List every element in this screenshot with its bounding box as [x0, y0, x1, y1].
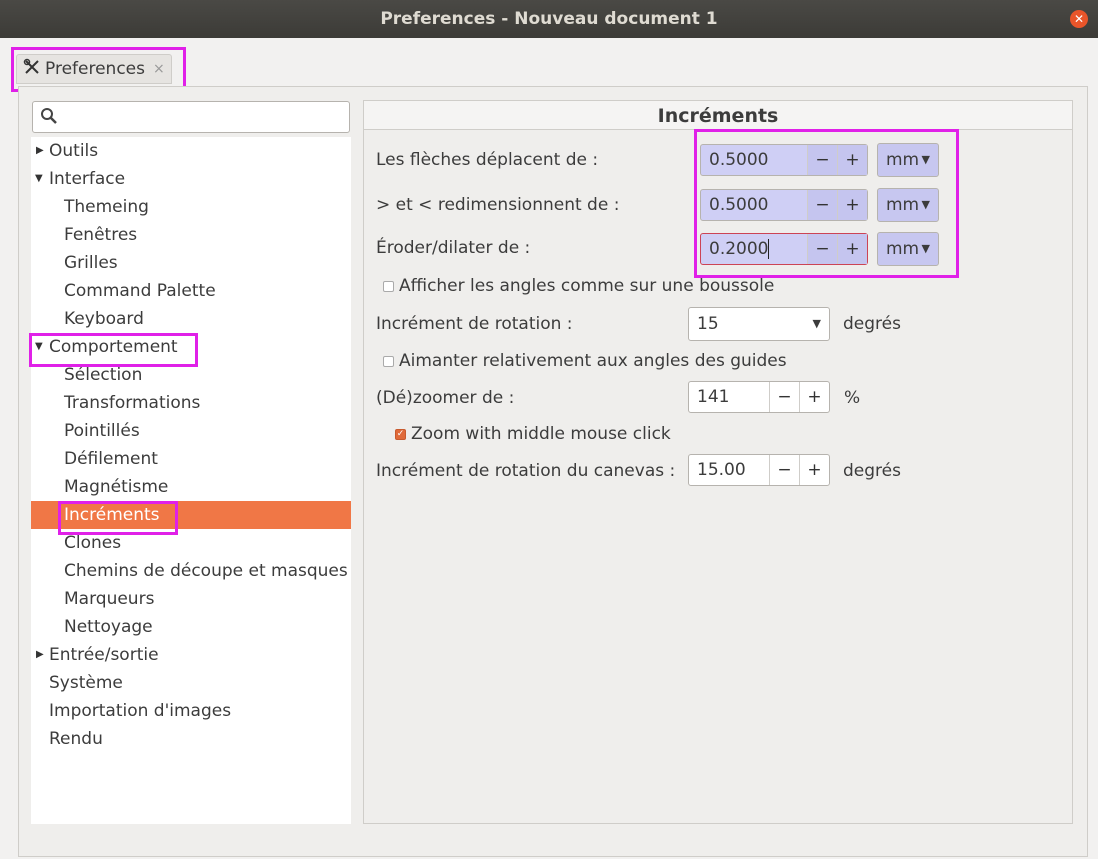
expand-right-icon[interactable]: ▶ [36, 137, 44, 165]
zoom-label: (Dé)zoomer de : [376, 388, 515, 408]
tree-item-increments[interactable]: Incréments [31, 501, 351, 529]
arrows-label: Les flèches déplacent de : [376, 150, 599, 170]
text-cursor [768, 239, 770, 259]
snap-guides-label: Aimanter relativement aux angles des gui… [399, 351, 787, 371]
tree-item-importation-images[interactable]: Importation d'images [31, 697, 351, 725]
tree-item-grilles[interactable]: Grilles [31, 249, 351, 277]
tree-item-keyboard[interactable]: Keyboard [31, 305, 351, 333]
tree-item-command-palette[interactable]: Command Palette [31, 277, 351, 305]
search-icon [40, 107, 58, 130]
compass-checkbox[interactable] [383, 281, 394, 292]
increment-button[interactable]: + [799, 455, 829, 485]
increment-button[interactable]: + [837, 145, 867, 175]
tree-item-clones[interactable]: Clones [31, 529, 351, 557]
expand-down-icon[interactable]: ▼ [35, 165, 43, 193]
arrows-unit-select[interactable]: mm ▼ [877, 143, 939, 177]
decrement-button[interactable]: − [807, 234, 837, 264]
tree-item-nettoyage[interactable]: Nettoyage [31, 613, 351, 641]
increment-button[interactable]: + [837, 234, 867, 264]
canvas-rotation-label: Incrément de rotation du canevas : [376, 461, 676, 481]
tree-item-fenetres[interactable]: Fenêtres [31, 221, 351, 249]
caret-down-icon: ▼ [921, 153, 930, 166]
erode-unit-select[interactable]: mm ▼ [877, 232, 939, 266]
tree-item-entree-sortie[interactable]: ▶ Entrée/sortie [31, 641, 351, 669]
tree-item-rendu[interactable]: Rendu [31, 725, 351, 753]
increment-button[interactable]: + [799, 382, 829, 412]
tree-item-comportement[interactable]: ▼ Comportement [31, 333, 351, 361]
tree-item-defilement[interactable]: Défilement [31, 445, 351, 473]
zoom-spinner[interactable]: 141 − + [688, 381, 830, 413]
caret-down-icon: ▼ [812, 317, 821, 330]
tree-item-themeing[interactable]: Themeing [31, 193, 351, 221]
tab-label: Preferences [45, 59, 145, 79]
panel-title: Incréments [363, 100, 1073, 130]
canvas-rotation-value[interactable]: 15.00 [689, 455, 769, 485]
decrement-button[interactable]: − [769, 382, 799, 412]
erode-label: Éroder/dilater de : [376, 238, 531, 258]
resize-unit-select[interactable]: mm ▼ [877, 188, 939, 222]
zoom-value[interactable]: 141 [689, 382, 769, 412]
middle-click-checkbox[interactable]: ✓ [395, 429, 406, 440]
tree-item-selection[interactable]: Sélection [31, 361, 351, 389]
erode-step-value: 0.2000 [709, 239, 769, 259]
tree-item-marqueurs[interactable]: Marqueurs [31, 585, 351, 613]
increment-button[interactable]: + [837, 190, 867, 220]
decrement-button[interactable]: − [807, 190, 837, 220]
decrement-button[interactable]: − [807, 145, 837, 175]
rotation-label: Incrément de rotation : [376, 314, 573, 334]
canvas-rotation-unit: degrés [843, 461, 901, 481]
tools-icon [23, 58, 41, 81]
middle-click-label: Zoom with middle mouse click [411, 424, 671, 444]
canvas-rotation-spinner[interactable]: 15.00 − + [688, 454, 830, 486]
window-close-button[interactable]: ✕ [1070, 10, 1088, 28]
search-input[interactable] [32, 101, 350, 133]
arrows-step-spinner[interactable]: 0.5000 − + [700, 144, 868, 176]
tree-item-interface[interactable]: ▼ Interface [31, 165, 351, 193]
tree-item-pointilles[interactable]: Pointillés [31, 417, 351, 445]
compass-label: Afficher les angles comme sur une bousso… [399, 276, 775, 296]
expand-right-icon[interactable]: ▶ [36, 641, 44, 669]
tree-item-outils[interactable]: ▶ Outils [31, 137, 351, 165]
snap-guides-checkbox[interactable] [383, 356, 394, 367]
expand-down-icon[interactable]: ▼ [35, 333, 43, 361]
tree-item-magnetisme[interactable]: Magnétisme [31, 473, 351, 501]
arrows-step-value[interactable]: 0.5000 [701, 145, 807, 175]
tree-item-clip-mask[interactable]: Chemins de découpe et masques [31, 557, 351, 585]
resize-step-spinner[interactable]: 0.5000 − + [700, 189, 868, 221]
erode-step-spinner[interactable]: 0.2000 − + [700, 233, 868, 265]
resize-step-value[interactable]: 0.5000 [701, 190, 807, 220]
caret-down-icon: ▼ [921, 242, 930, 255]
resize-label: > et < redimensionnent de : [376, 195, 620, 215]
preferences-tree[interactable]: ▶ Outils ▼ Interface Themeing Fenêtres G… [31, 137, 351, 824]
tab-preferences[interactable]: Preferences × [16, 54, 172, 84]
window-titlebar: Preferences - Nouveau document 1 ✕ [0, 0, 1098, 38]
decrement-button[interactable]: − [769, 455, 799, 485]
erode-step-field[interactable]: 0.2000 [701, 234, 807, 264]
zoom-unit: % [844, 388, 861, 408]
tab-close-icon[interactable]: × [153, 61, 165, 77]
tree-item-systeme[interactable]: Système [31, 669, 351, 697]
rotation-unit: degrés [843, 314, 901, 334]
caret-down-icon: ▼ [921, 198, 930, 211]
rotation-combo[interactable]: 15 ▼ [688, 307, 830, 341]
window-title: Preferences - Nouveau document 1 [380, 9, 718, 29]
tree-item-transformations[interactable]: Transformations [31, 389, 351, 417]
